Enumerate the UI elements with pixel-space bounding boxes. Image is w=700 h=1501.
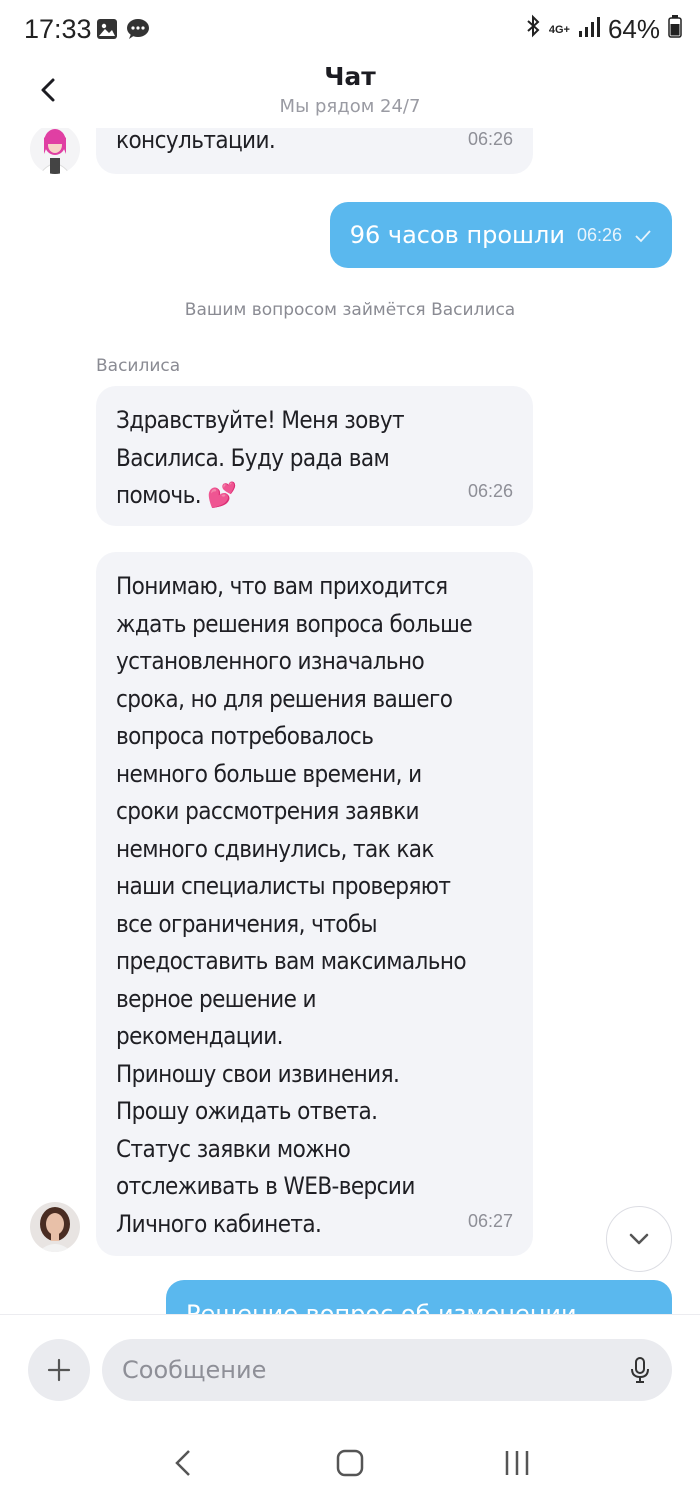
mic-button[interactable]: [624, 1354, 656, 1386]
sender-name: Василиса: [96, 356, 181, 376]
battery-percent: 64%: [607, 14, 660, 44]
message-text: Здравствуйте! Меня зовут Василиса. Буду …: [116, 406, 405, 509]
message-text: консультации.: [116, 128, 276, 154]
message-outgoing: Решение вопрос об изменении: [166, 1280, 672, 1314]
plus-icon: [47, 1358, 71, 1382]
page-subtitle: Мы рядом 24/7: [279, 96, 421, 117]
nav-home-button[interactable]: [320, 1438, 380, 1488]
message-input[interactable]: [122, 1339, 602, 1401]
message-time: 06:26: [576, 224, 622, 245]
message-outgoing: 96 часов прошли 06:26: [329, 202, 672, 268]
image-icon: [96, 18, 118, 44]
bot-avatar: [30, 128, 80, 174]
nav-recents-button[interactable]: [487, 1438, 547, 1488]
message-incoming: Здравствуйте! Меня зовут Василиса. Буду …: [96, 386, 533, 526]
nav-back-button[interactable]: [153, 1438, 213, 1488]
chat-bubble-icon: [126, 18, 150, 44]
message-text: Решение вопрос об изменении: [186, 1300, 577, 1314]
network-type: 4G+: [548, 23, 570, 36]
status-right: 4G+ 64%: [525, 14, 682, 45]
status-bar: 17:33 4G+ 64%: [0, 0, 700, 62]
message-input-wrap: [102, 1339, 672, 1401]
check-icon: [634, 221, 652, 249]
message-composer: [0, 1314, 700, 1424]
chat-messages[interactable]: консультации. 06:26 96 часов прошли 06:2…: [0, 128, 700, 1314]
status-left-icons: [96, 18, 150, 44]
scroll-down-button[interactable]: [606, 1206, 672, 1272]
message-text: Понимаю, что вам приходится ждать решени…: [116, 572, 473, 1238]
operator-avatar: [30, 1202, 80, 1252]
recents-icon: [505, 1450, 528, 1475]
battery-icon: [668, 14, 682, 45]
message-incoming: консультации. 06:26: [96, 128, 533, 174]
signal-icon: [578, 14, 600, 45]
system-nav-bar: [0, 1424, 700, 1501]
bluetooth-icon: [525, 14, 541, 45]
message-incoming: Понимаю, что вам приходится ждать решени…: [96, 552, 533, 1256]
chat-header: Чат Мы рядом 24/7: [0, 62, 700, 128]
microphone-icon: [631, 1357, 649, 1383]
message-text: 96 часов прошли: [349, 221, 565, 249]
page-title: Чат: [324, 62, 376, 91]
message-time: 06:26: [467, 128, 513, 149]
message-time: 06:26: [467, 480, 513, 501]
status-time: 17:33: [24, 14, 92, 44]
attach-button[interactable]: [28, 1339, 90, 1401]
message-time: 06:27: [467, 1210, 513, 1231]
system-message: Вашим вопросом займётся Василиса: [184, 300, 516, 320]
home-square-icon: [336, 1449, 364, 1476]
chevron-left-icon: [175, 1449, 191, 1476]
chevron-down-icon: [629, 1233, 649, 1245]
